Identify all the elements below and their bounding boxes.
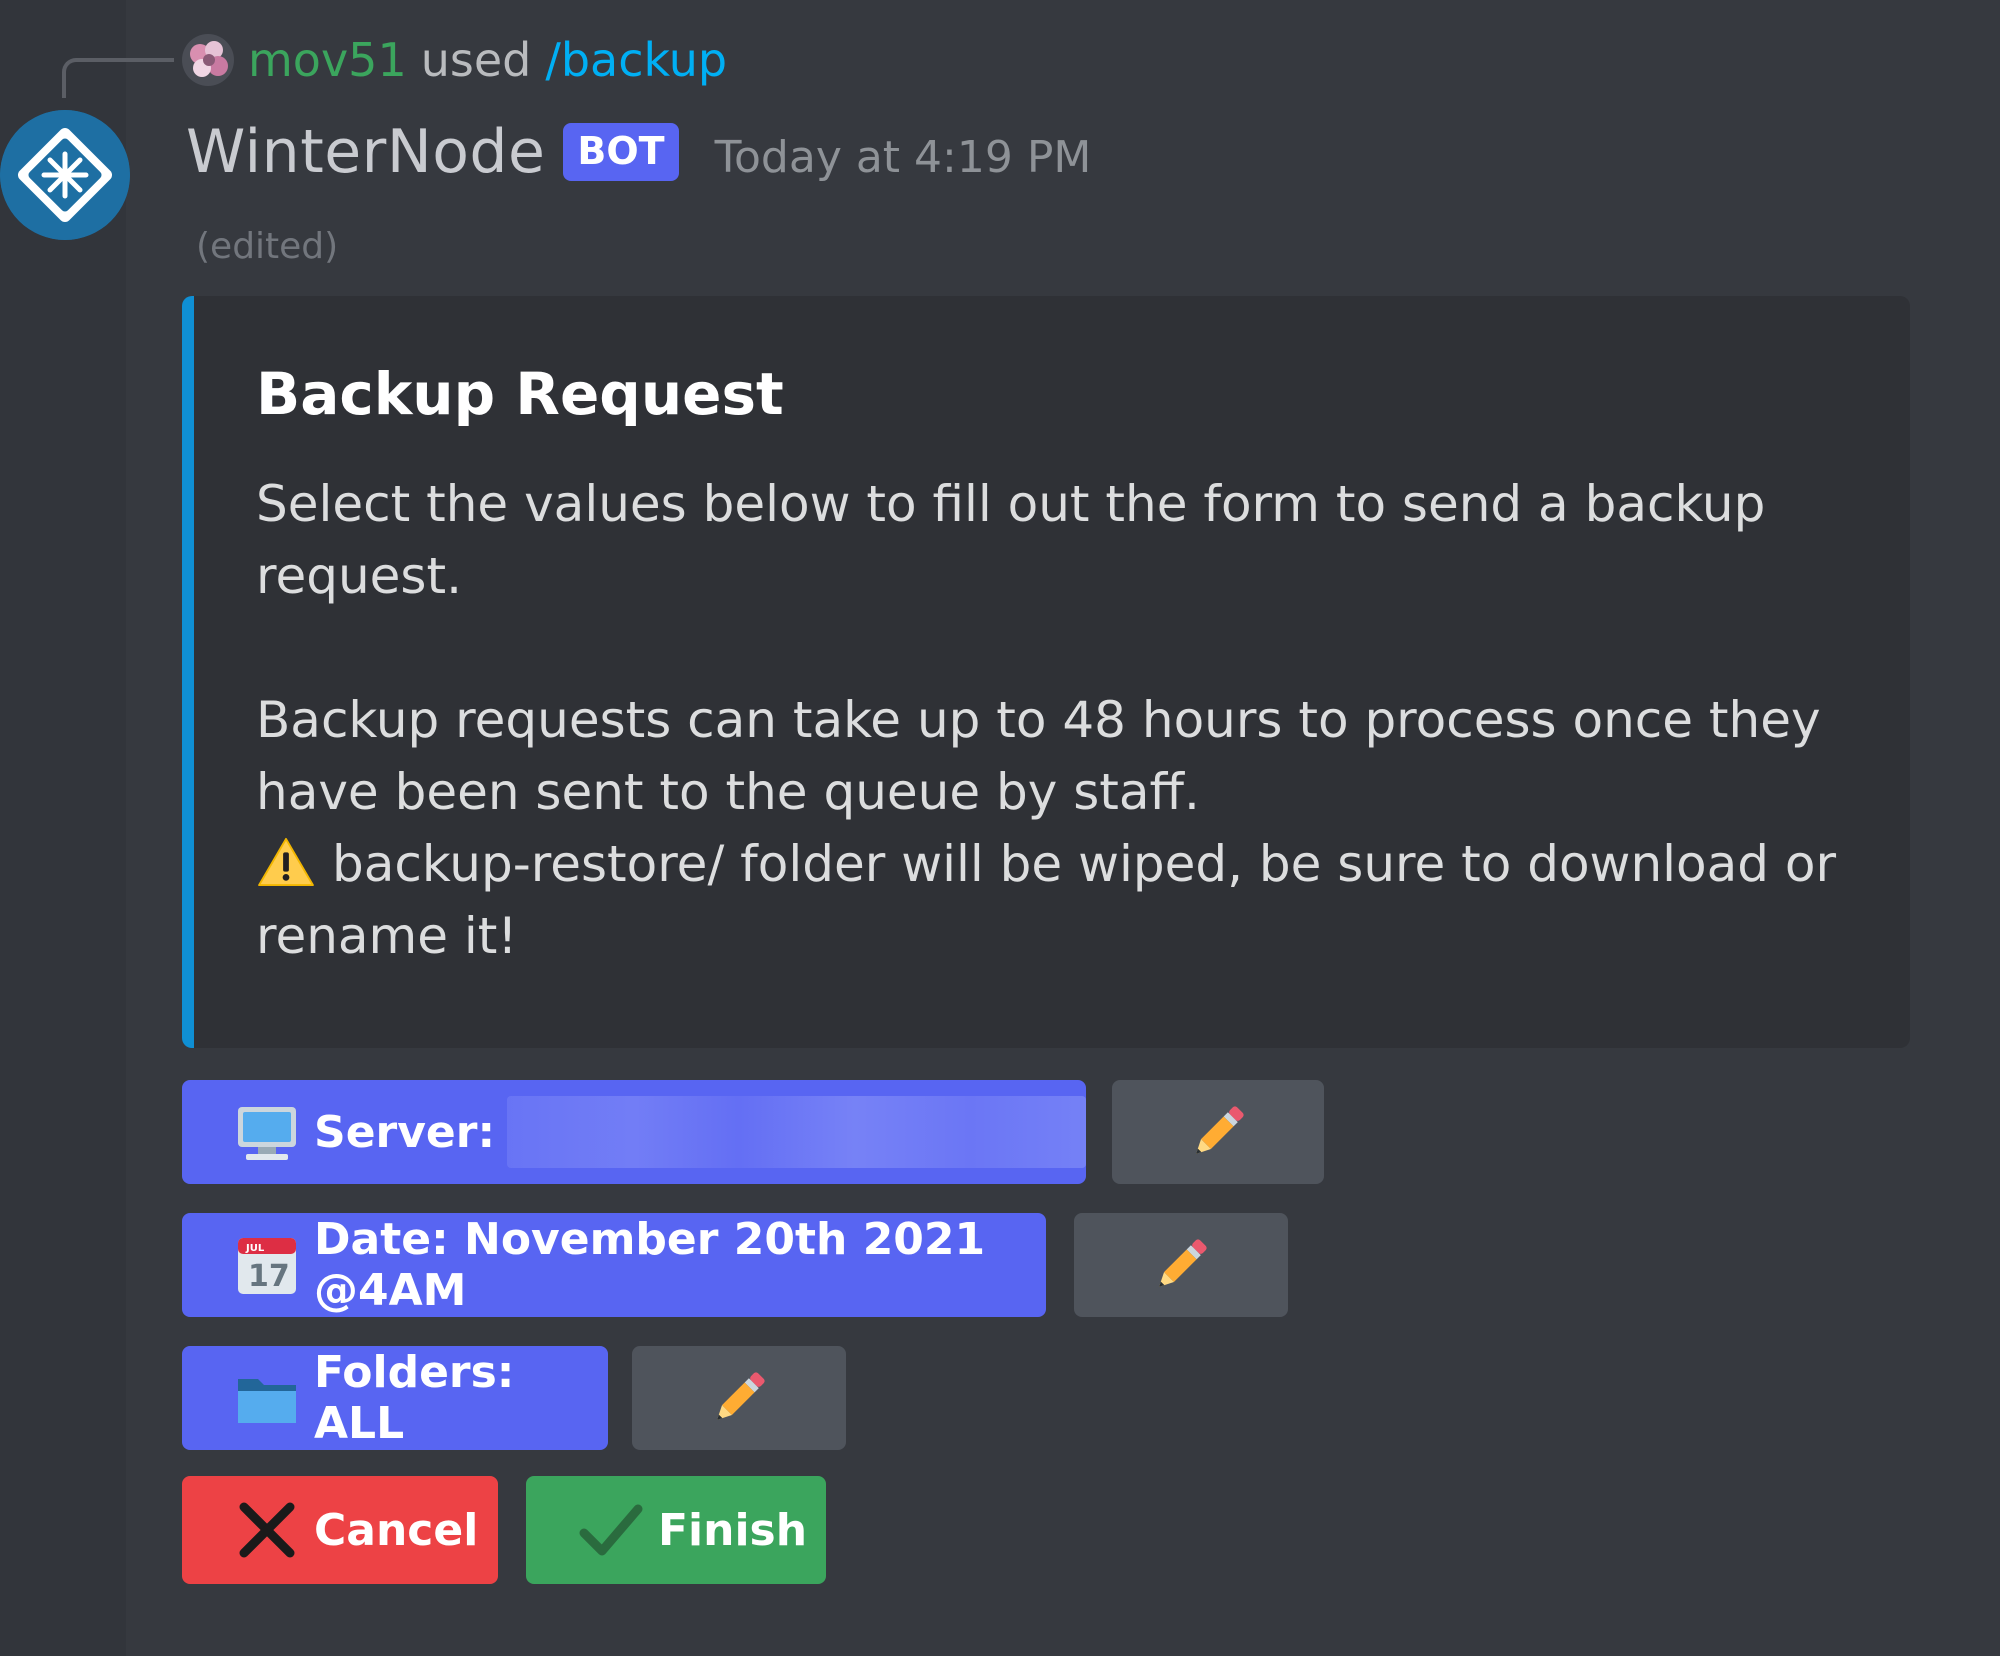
pencil-icon [1196, 1106, 1244, 1154]
embed-title: Backup Request [256, 360, 784, 428]
embed-warning: backup-restore/ folder will be wiped, be… [256, 828, 1856, 972]
edit-server-button[interactable] [1112, 1080, 1324, 1184]
svg-text:JUL: JUL [245, 1243, 265, 1254]
finish-label: Finish [658, 1504, 808, 1556]
message-timestamp[interactable]: Today at 4:19 PM [715, 122, 1092, 183]
message-gutter [0, 0, 126, 1656]
command-header: mov51 used /backup [182, 28, 727, 92]
server-button[interactable]: Server: [182, 1080, 1086, 1184]
bot-avatar[interactable] [0, 110, 130, 240]
pencil-icon [1159, 1239, 1207, 1287]
cancel-button[interactable]: Cancel [182, 1476, 498, 1584]
edit-folders-button[interactable] [632, 1346, 846, 1450]
server-label: Server: [314, 1106, 496, 1158]
command-used-text: used [420, 33, 532, 87]
embed-warning-text: backup-restore/ folder will be wiped, be… [256, 835, 1837, 965]
command-user-avatar[interactable] [182, 34, 234, 86]
check-icon [579, 1504, 643, 1556]
pencil-icon [717, 1372, 765, 1420]
embed-paragraph-1: Select the values below to fill out the … [256, 475, 1766, 605]
folders-button[interactable]: Folders: ALL [182, 1346, 608, 1450]
warning-icon [258, 837, 314, 887]
edit-date-button[interactable] [1074, 1213, 1288, 1317]
server-value-redacted [507, 1096, 1086, 1168]
cancel-label: Cancel [314, 1504, 479, 1556]
bot-tag: BOT [563, 123, 679, 181]
embed-paragraph-2: Backup requests can take up to 48 hours … [256, 691, 1821, 821]
x-icon [239, 1502, 295, 1558]
date-button[interactable]: JUL 17 Date: November 20th 2021 @4AM [182, 1213, 1046, 1317]
folder-icon [238, 1379, 296, 1423]
date-label: Date: November 20th 2021 @4AM [314, 1214, 986, 1316]
command-user-name[interactable]: mov51 [248, 33, 407, 87]
computer-icon [238, 1107, 296, 1160]
embed-description: Select the values below to fill out the … [256, 468, 1856, 972]
edited-label: (edited) [196, 226, 339, 267]
reply-connector [62, 58, 174, 98]
finish-button[interactable]: Finish [526, 1476, 826, 1584]
embed-card: Backup Request Select the values below t… [182, 296, 1910, 1048]
command-name-link[interactable]: /backup [545, 33, 727, 87]
message-author-row: WinterNode BOT Today at 4:19 PM [186, 112, 1091, 192]
calendar-icon: JUL 17 [238, 1238, 296, 1294]
folders-label: Folders: ALL [314, 1347, 515, 1449]
svg-text:17: 17 [248, 1259, 290, 1294]
author-name[interactable]: WinterNode [186, 117, 545, 187]
